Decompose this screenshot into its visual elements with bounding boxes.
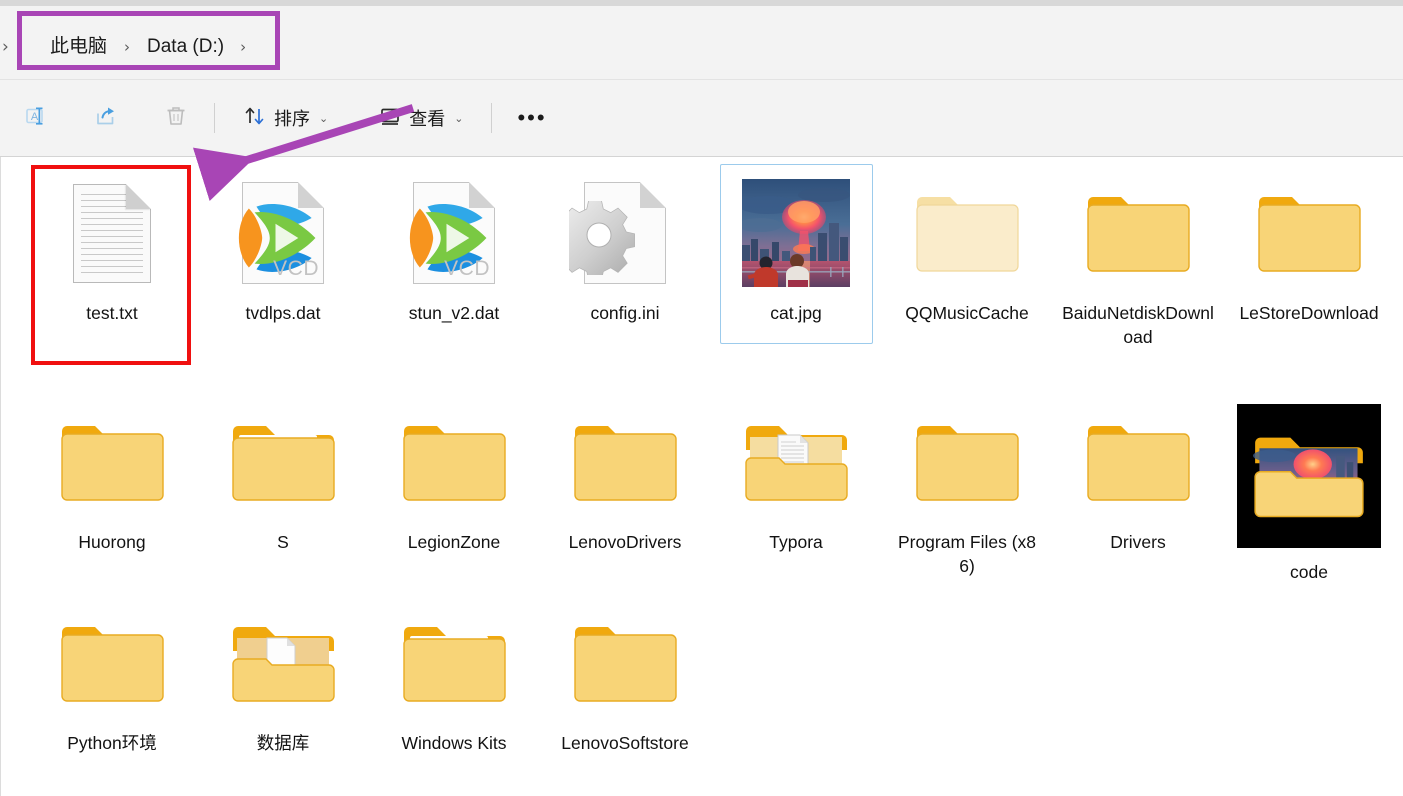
chevron-down-icon: ⌄	[454, 111, 464, 125]
file-item-huorong[interactable]: Huorong	[32, 402, 192, 554]
folder-icon-with-sheet	[223, 402, 343, 522]
folder-icon	[394, 402, 514, 522]
folder-icon	[52, 402, 172, 522]
vcd-file-icon: VCD	[394, 173, 514, 293]
breadcrumb: 此电脑 › Data (D:) ›	[40, 28, 246, 66]
folder-icon-with-image-preview	[1237, 402, 1381, 550]
file-item-lenovodrivers[interactable]: LenovoDrivers	[545, 402, 705, 554]
folder-icon	[565, 603, 685, 723]
file-list-view[interactable]: test.txt VCD tvdlps.dat VCD stun_v2.dat …	[0, 157, 1403, 796]
file-label: stun_v2.dat	[408, 303, 500, 323]
file-label: QQMusicCache	[905, 303, 1029, 323]
file-item-lenovosoftstore[interactable]: LenovoSoftstore	[545, 603, 705, 755]
folder-icon	[907, 402, 1027, 522]
delete-button[interactable]	[154, 98, 198, 138]
file-label: Drivers	[1110, 532, 1166, 552]
file-item-config-ini[interactable]: config.ini	[545, 173, 705, 325]
file-item-lestoredownload[interactable]: LeStoreDownload	[1229, 173, 1389, 325]
rename-icon: A	[23, 103, 49, 134]
folder-icon-with-document	[736, 402, 856, 522]
gear-icon	[569, 201, 635, 275]
share-icon	[93, 103, 119, 134]
ini-file-icon	[565, 173, 685, 293]
more-options-button[interactable]: •••	[508, 98, 555, 138]
file-item-stun-v2-dat[interactable]: VCD stun_v2.dat	[374, 173, 534, 325]
file-label: test.txt	[86, 303, 138, 323]
file-label: 数据库	[256, 733, 310, 753]
file-label: Huorong	[78, 532, 146, 552]
folder-icon-with-sheet	[394, 603, 514, 723]
sort-label: 排序	[274, 109, 310, 129]
file-label: Python环境	[67, 733, 157, 753]
breadcrumb-separator-icon: ›	[124, 38, 131, 56]
file-label: BaiduNetdiskDownload	[1062, 303, 1214, 347]
view-label: 查看	[409, 109, 446, 129]
folder-icon	[52, 603, 172, 723]
toolbar-divider-1	[214, 103, 215, 133]
file-label: LenovoDrivers	[568, 532, 682, 552]
file-item-python-env[interactable]: Python环境	[32, 603, 192, 755]
folder-icon	[565, 402, 685, 522]
toolbar-divider-2	[491, 103, 493, 133]
file-item-s[interactable]: S	[203, 402, 363, 554]
file-label: config.ini	[590, 303, 660, 323]
file-label: LeStoreDownload	[1239, 303, 1379, 323]
cat-jpg-preview	[742, 179, 850, 287]
folder-icon	[1078, 173, 1198, 293]
file-label: cat.jpg	[770, 303, 822, 323]
folder-icon-faded	[907, 173, 1027, 293]
folder-icon	[1078, 402, 1198, 522]
file-item-qqmusiccache[interactable]: QQMusicCache	[887, 173, 1047, 325]
trash-icon	[163, 103, 189, 134]
file-label: LegionZone	[407, 532, 501, 552]
more-icon: •••	[517, 105, 547, 130]
folder-icon	[1249, 173, 1369, 293]
vcd-file-icon: VCD	[223, 173, 343, 293]
command-toolbar: A 排序 ⌄ 查看 ⌄ •••	[0, 80, 1403, 157]
file-item-code[interactable]: code	[1229, 402, 1389, 584]
file-item-legionzone[interactable]: LegionZone	[374, 402, 534, 554]
file-item-typora[interactable]: Typora	[716, 402, 876, 554]
file-label: code	[1290, 562, 1328, 582]
share-button[interactable]	[84, 98, 128, 138]
chevron-down-icon: ⌄	[319, 111, 329, 125]
breadcrumb-trailing-chevron-icon[interactable]: ›	[234, 38, 246, 56]
text-file-icon	[52, 173, 172, 293]
file-item-drivers[interactable]: Drivers	[1058, 402, 1218, 554]
breadcrumb-item-this-pc[interactable]: 此电脑	[40, 31, 117, 63]
svg-text:A: A	[31, 111, 39, 123]
file-item-tvdlps-dat[interactable]: VCD tvdlps.dat	[203, 173, 363, 325]
file-item-windows-kits[interactable]: Windows Kits	[374, 603, 534, 755]
file-item-cat-jpg[interactable]: cat.jpg	[716, 164, 876, 344]
address-bar: › 此电脑 › Data (D:) ›	[0, 6, 1403, 80]
sort-button[interactable]: 排序 ⌄	[231, 98, 340, 138]
file-label: Typora	[769, 532, 823, 552]
file-item-database[interactable]: 数据库	[203, 603, 363, 755]
image-file-thumbnail	[736, 173, 856, 293]
rename-button[interactable]: A	[14, 98, 58, 138]
vcd-badge: VCD	[273, 257, 319, 280]
file-label: tvdlps.dat	[245, 303, 321, 323]
breadcrumb-item-data-d[interactable]: Data (D:)	[137, 31, 234, 63]
view-button[interactable]: 查看 ⌄	[366, 98, 475, 138]
file-item-test-txt[interactable]: test.txt	[32, 173, 192, 325]
sort-icon	[243, 104, 267, 133]
file-label: S	[277, 532, 289, 552]
file-label: LenovoSoftstore	[561, 733, 689, 753]
vcd-badge: VCD	[444, 257, 490, 280]
file-label: Program Files (x86)	[897, 532, 1037, 576]
file-item-baidunetdiskdownload[interactable]: BaiduNetdiskDownload	[1058, 173, 1218, 349]
breadcrumb-overflow-chevron-icon[interactable]: ›	[2, 37, 9, 57]
file-label: Windows Kits	[401, 733, 507, 753]
folder-icon-with-document	[223, 603, 343, 723]
view-icon	[378, 104, 402, 133]
file-item-program-files-x86[interactable]: Program Files (x86)	[887, 402, 1047, 578]
